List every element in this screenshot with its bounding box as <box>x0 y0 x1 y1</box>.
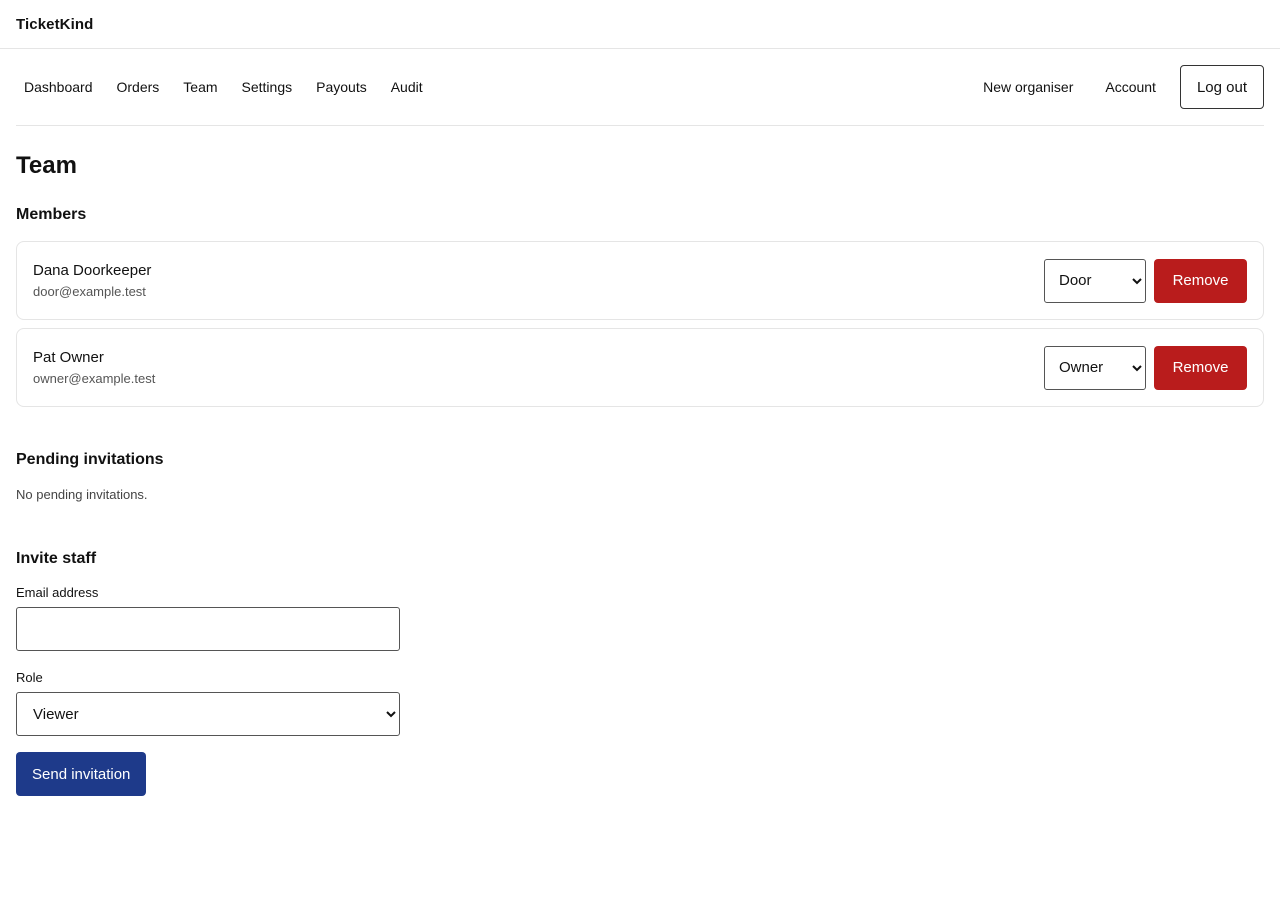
nav-link-team[interactable]: Team <box>175 73 225 101</box>
brand-logo-text[interactable]: TicketKind <box>16 16 93 33</box>
member-row: Pat Owner owner@example.test Owner Remov… <box>16 328 1264 407</box>
member-email: door@example.test <box>33 284 146 299</box>
member-info: Dana Doorkeeper door@example.test <box>33 261 151 300</box>
send-invitation-button[interactable]: Send invitation <box>16 752 147 796</box>
remove-member-button[interactable]: Remove <box>1154 258 1247 303</box>
nav-right-group: New organiser Account Log out <box>975 65 1264 109</box>
member-role-select[interactable]: Owner <box>1044 345 1146 390</box>
pending-invitations-heading: Pending invitations <box>16 451 164 468</box>
member-info: Pat Owner owner@example.test <box>33 348 155 387</box>
member-role-select[interactable]: Door <box>1044 258 1146 303</box>
members-heading: Members <box>16 206 87 223</box>
nav-link-payouts[interactable]: Payouts <box>308 73 375 101</box>
invite-form: Email address Role Viewer Send invitatio… <box>16 585 1264 796</box>
role-label: Role <box>16 670 43 685</box>
invite-staff-heading: Invite staff <box>16 550 97 567</box>
email-field[interactable] <box>16 607 400 651</box>
nav-link-settings[interactable]: Settings <box>234 73 301 101</box>
page-title: Team <box>16 152 77 179</box>
nav-link-new-organiser[interactable]: New organiser <box>975 73 1081 101</box>
nav-link-account[interactable]: Account <box>1097 73 1164 101</box>
main-content: Team Members Dana Doorkeeper door@exampl… <box>16 152 1264 796</box>
page-wrapper: Dashboard Orders Team Settings Payouts A… <box>0 49 1280 796</box>
top-bar: TicketKind <box>0 0 1280 49</box>
remove-member-button[interactable]: Remove <box>1154 345 1247 390</box>
nav-left-group: Dashboard Orders Team Settings Payouts A… <box>16 73 439 101</box>
member-email: owner@example.test <box>33 371 156 386</box>
invite-role-select[interactable]: Viewer <box>16 692 400 736</box>
member-row: Dana Doorkeeper door@example.test Door R… <box>16 241 1264 320</box>
member-list: Dana Doorkeeper door@example.test Door R… <box>16 241 1264 407</box>
logout-button[interactable]: Log out <box>1179 65 1264 109</box>
member-actions: Owner Remove <box>1044 345 1247 390</box>
nav-link-dashboard[interactable]: Dashboard <box>16 73 101 101</box>
member-name: Dana Doorkeeper <box>33 262 152 279</box>
member-actions: Door Remove <box>1044 258 1247 303</box>
nav-link-audit[interactable]: Audit <box>383 73 431 101</box>
email-label: Email address <box>16 585 99 600</box>
nav-link-orders[interactable]: Orders <box>109 73 168 101</box>
main-nav: Dashboard Orders Team Settings Payouts A… <box>16 49 1264 126</box>
pending-empty-message: No pending invitations. <box>16 487 148 502</box>
member-name: Pat Owner <box>33 349 104 366</box>
